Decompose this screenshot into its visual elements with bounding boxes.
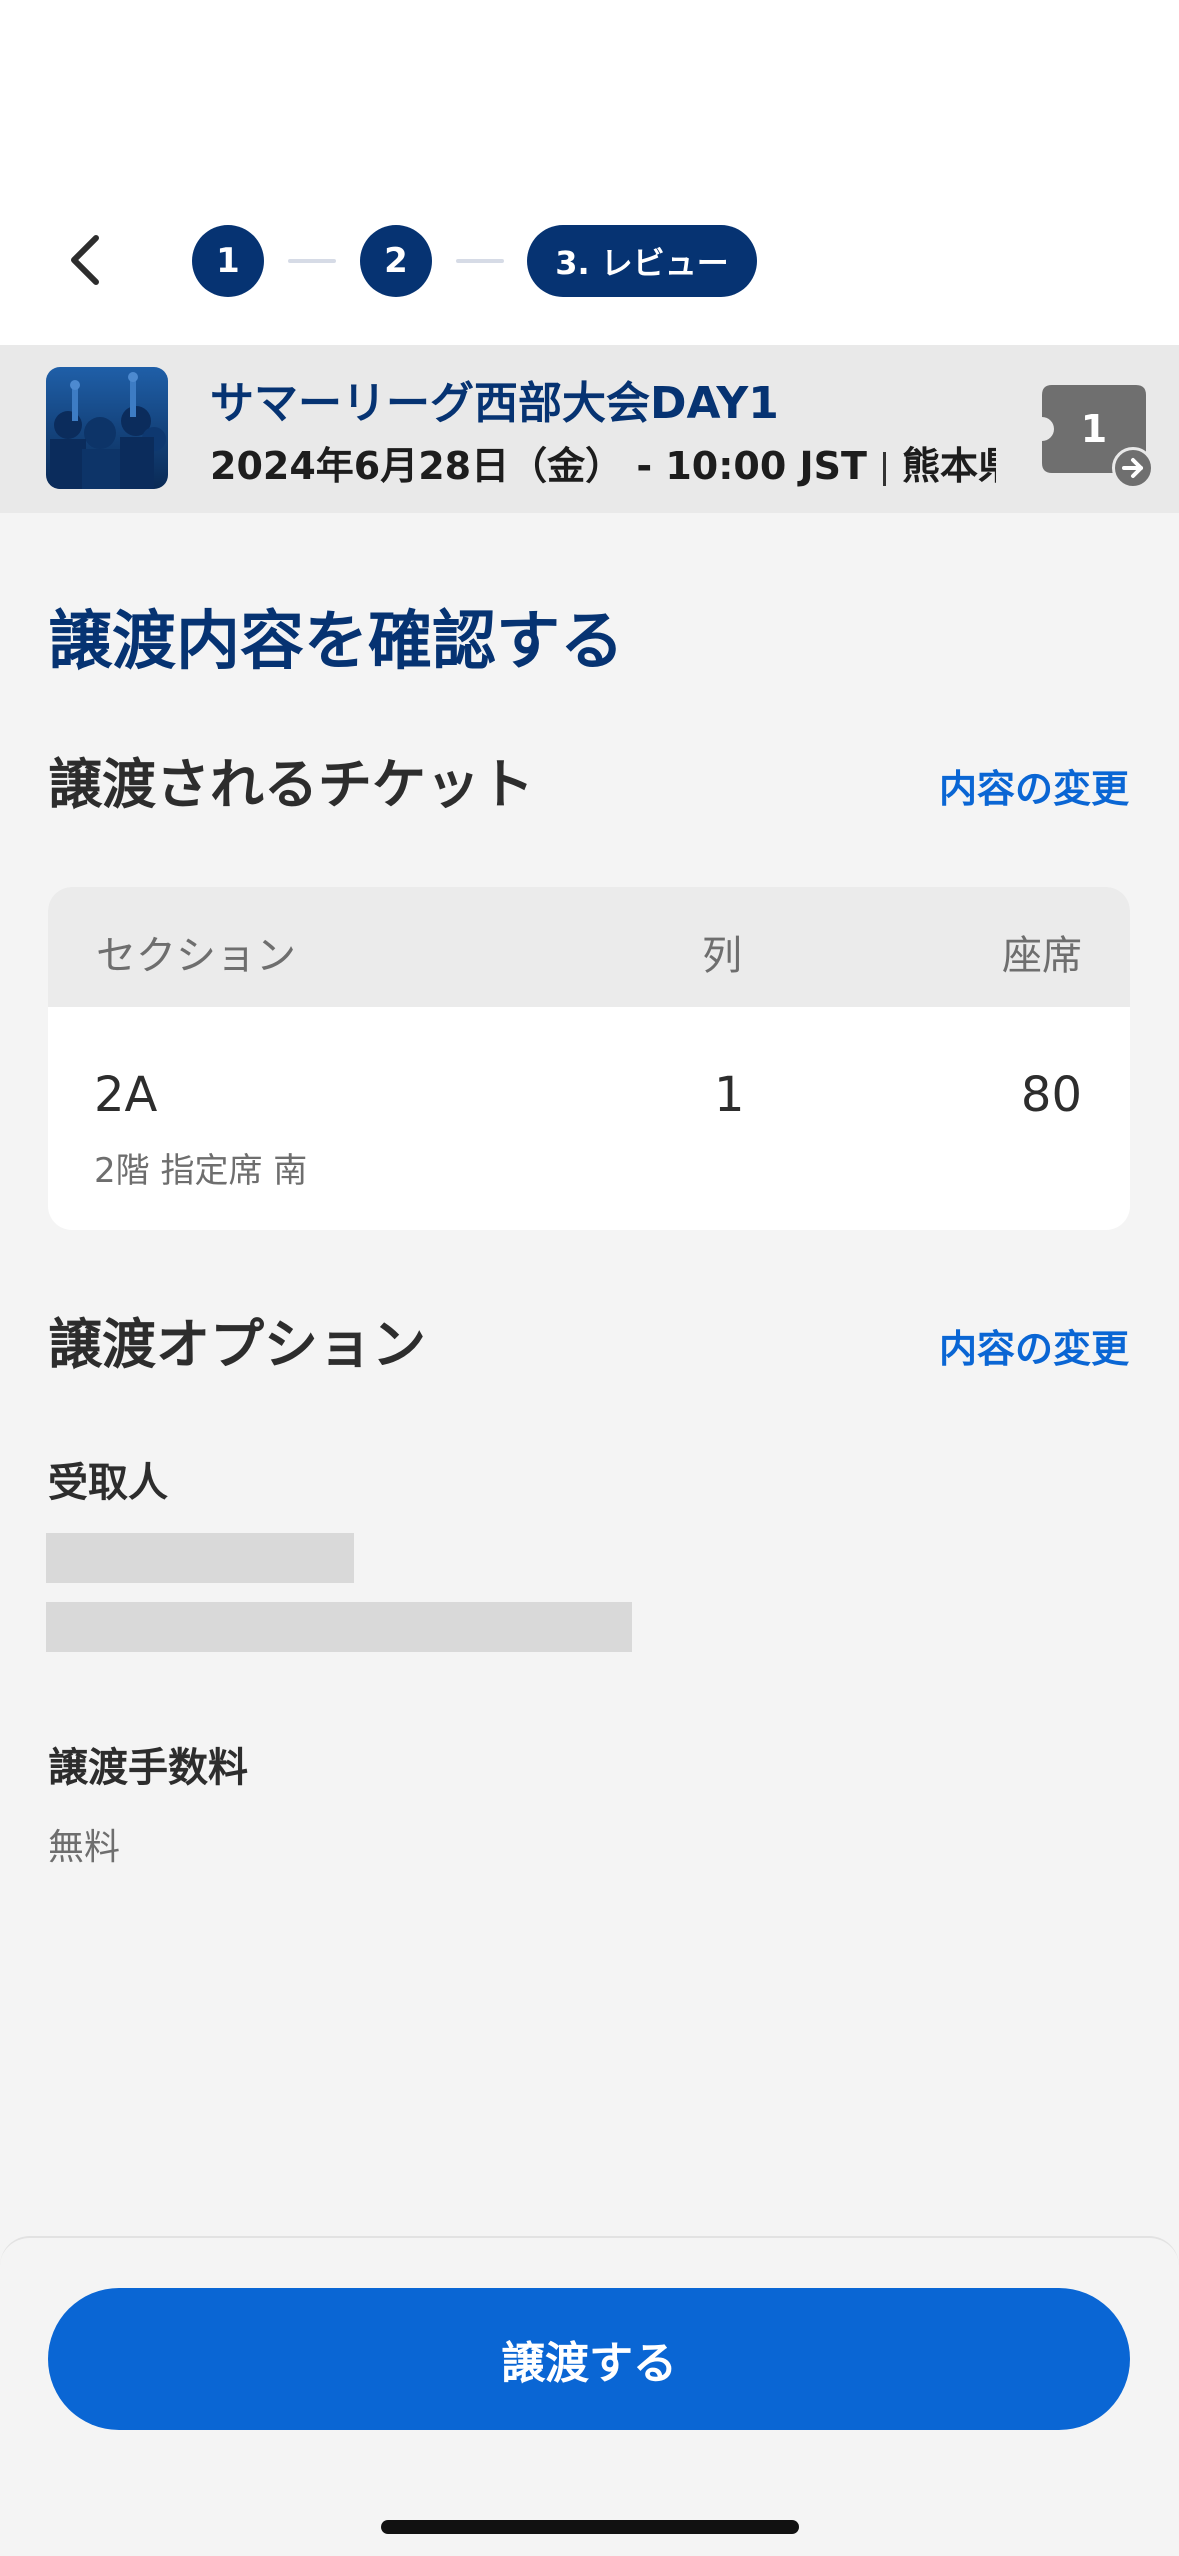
ticket-table-header: セクション 列 座席 (48, 887, 1130, 1007)
divider (882, 451, 886, 486)
ticket-section-detail: 2階 指定席 南 (94, 1151, 308, 1191)
change-tickets-link[interactable]: 内容の変更 (939, 758, 1129, 813)
recipient-contact-redacted (46, 1602, 632, 1652)
event-thumbnail (46, 367, 168, 489)
ticket-row-value: 1 (714, 1067, 745, 1123)
back-button[interactable] (56, 225, 116, 295)
step-1-indicator[interactable]: 1 (192, 225, 264, 297)
event-image (46, 367, 168, 489)
event-banner: サマーリーグ西部大会DAY1 2024年6月28日（金） - 10:00 JST… (0, 345, 1179, 513)
step-3-indicator: 3. レビュー (527, 225, 757, 297)
step-connector (288, 259, 336, 263)
recipient-name-redacted (46, 1533, 354, 1583)
step-2-indicator[interactable]: 2 (360, 225, 432, 297)
step-connector (456, 259, 504, 263)
fee-label: 譲渡手数料 (48, 1745, 248, 1791)
arrow-right-circle-icon[interactable] (1112, 447, 1154, 489)
home-indicator (381, 2520, 799, 2534)
event-date: 2024年6月28日（金） - 10:00 JST (210, 444, 867, 488)
transfer-button[interactable]: 譲渡する (48, 2288, 1130, 2430)
tickets-section-title: 譲渡されるチケット (48, 753, 534, 816)
event-venue: 熊本県 (901, 444, 996, 488)
options-section-title: 譲渡オプション (48, 1313, 426, 1376)
transfer-review-screen: 1 2 3. レビュー サマーリーグ西部大会DAY1 2024年6月28日（金）… (0, 0, 1179, 2556)
event-datetime-venue: 2024年6月28日（金） - 10:00 JST 熊本県 (210, 435, 996, 490)
change-options-link[interactable]: 内容の変更 (939, 1318, 1129, 1373)
ticket-section-value: 2A (94, 1067, 158, 1123)
recipient-label: 受取人 (48, 1460, 168, 1506)
ticket-table: セクション 列 座席 2A 2階 指定席 南 1 80 (48, 887, 1130, 1230)
chevron-left-icon (71, 235, 99, 285)
column-header-section: セクション (96, 933, 296, 979)
event-title: サマーリーグ西部大会DAY1 (210, 378, 779, 429)
column-header-seat: 座席 (1002, 933, 1082, 979)
column-header-row: 列 (702, 933, 742, 979)
arrow-right-icon (1122, 458, 1143, 478)
ticket-seat-value: 80 (1020, 1067, 1082, 1123)
header: 1 2 3. レビュー (0, 0, 1179, 345)
page-title: 譲渡内容を確認する (48, 605, 624, 679)
fee-value: 無料 (48, 1827, 121, 1868)
